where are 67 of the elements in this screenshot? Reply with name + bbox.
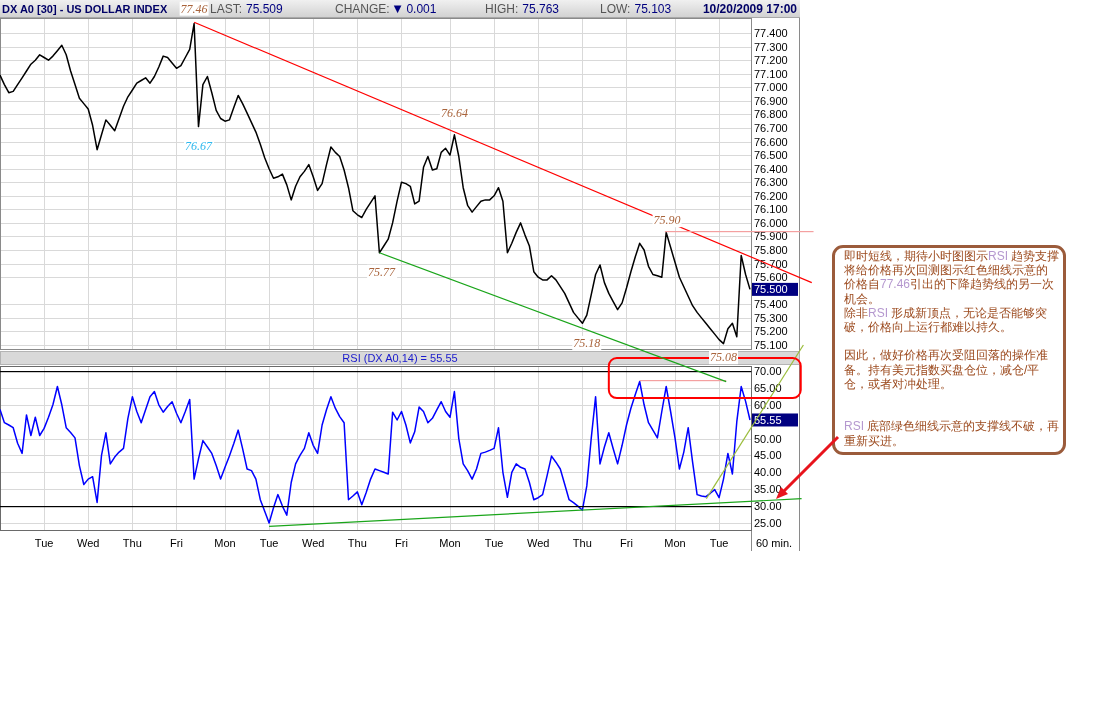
axis-label: 35.00 (754, 483, 782, 496)
axis-label: 76.200 (754, 189, 788, 202)
axis-label: 77.300 (754, 40, 788, 53)
axis-label: 75.800 (754, 244, 788, 257)
stat-value: 75.103 (634, 2, 672, 15)
axis-label: Thu (347, 537, 367, 549)
axis-label: 75.200 (754, 325, 788, 338)
axis-label: 75.300 (754, 311, 788, 324)
price-label: 76.64 (439, 106, 469, 121)
axis-label: 76.300 (754, 176, 788, 189)
axis-label: 76.100 (754, 203, 788, 216)
axis-label: Fri (395, 537, 408, 549)
price-label: 75.18 (572, 335, 602, 350)
axis-label: 75.400 (754, 298, 788, 311)
chart-title: DX A0 [30] - US DOLLAR INDEX (2, 2, 168, 15)
axis-label: 70.00 (754, 365, 782, 377)
price-label: 75.90 (652, 213, 682, 228)
axis-label: 76.400 (754, 162, 788, 175)
price-label: 75.08 (709, 350, 739, 365)
axis-label: 25.00 (754, 517, 782, 529)
axis-label: 77.000 (754, 81, 788, 94)
axis-label: 77.100 (754, 67, 788, 80)
axis-label: Tue (34, 537, 54, 549)
axis-label: 40.00 (754, 466, 782, 479)
axis-label: Thu (122, 537, 142, 549)
axis-label: 30.00 (754, 500, 782, 513)
stat-value: 0.001 (406, 2, 437, 15)
axis-label: 75.100 (754, 339, 788, 351)
note-paragraph: RSI 底部绿色细线示意的支撑线不破，再重新买进。 (844, 419, 1060, 448)
stat-value: 75.763 (522, 2, 560, 15)
axis-title: 60 min. (756, 537, 793, 549)
stat-label: LAST: (210, 2, 242, 15)
stat-label: CHANGE: (335, 2, 390, 15)
axis-label: Thu (572, 537, 592, 549)
note-paragraph: 因此，做好价格再次受阻回落的操作准备。持有美元指数买盘仓位，减仓/平仓，或者对冲处理。 (844, 348, 1049, 391)
last-value-marker: 75.500 (752, 282, 798, 296)
down-triangle-icon: ▼ (393, 3, 402, 14)
timestamp: 10/20/2009 17:00 (702, 2, 798, 15)
axis-label: Tue (709, 537, 729, 549)
stat-label: HIGH: (485, 2, 519, 15)
stat-label: LOW: (600, 2, 631, 15)
axis-label: 76.700 (754, 122, 788, 134)
axis-label: Fri (620, 537, 633, 549)
axis-label: 76.500 (754, 149, 788, 162)
axis-label: 76.600 (754, 135, 788, 148)
axis-label: 45.00 (754, 449, 782, 462)
axis-label: 76.900 (754, 94, 788, 107)
axis-label: Tue (259, 537, 279, 549)
stat-value: 75.509 (246, 2, 283, 15)
axis-label: 77.200 (754, 54, 788, 67)
axis-label: Wed (527, 537, 550, 549)
note-paragraph: 除非RSI 形成新顶点，无论是否能够突破，价格向上运行都难以持久。 (844, 305, 1049, 335)
axis-label: 76.800 (754, 108, 788, 121)
axis-label: Wed (77, 537, 100, 549)
axis-label: Mon (439, 537, 461, 549)
axis-label: Wed (302, 537, 325, 549)
note-paragraph: 即时短线，期待小时图图示RSI 趋势支撑将给价格再次回测图示红色细线示意的价格自77.46引出的下降趋势线的另一次机会。 (844, 249, 1060, 306)
axis-label: Fri (170, 537, 183, 549)
axis-label: Mon (214, 537, 236, 549)
axis-label: Tue (484, 537, 504, 549)
axis-label: 77.400 (754, 27, 788, 40)
axis-label: 76.000 (754, 216, 788, 229)
axis-label: 75.900 (754, 230, 788, 243)
axis-label: 50.00 (754, 432, 782, 445)
chart-title: RSI (DX A0,14) = 55.55 (342, 352, 458, 364)
axis-label: Mon (664, 537, 686, 549)
axis-label: 75.600 (754, 271, 788, 284)
